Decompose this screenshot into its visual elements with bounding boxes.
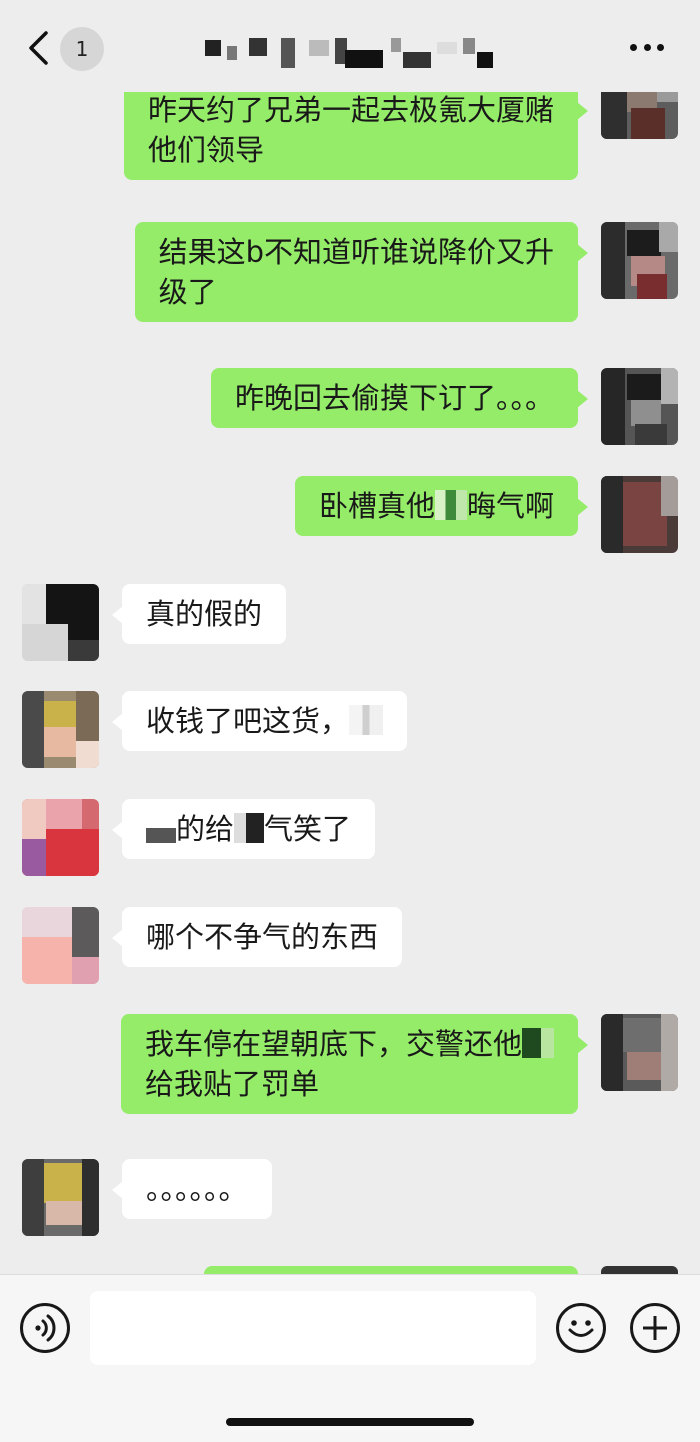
- message-bubble[interactable]: 结果这b不知道听谁说降价又升 级了: [134, 222, 589, 322]
- avatar[interactable]: [601, 476, 678, 553]
- more-dots-icon[interactable]: [630, 44, 664, 54]
- voice-icon[interactable]: [20, 1303, 70, 1353]
- censored-mosaic: [234, 813, 265, 843]
- message-bubble[interactable]: [204, 1266, 578, 1274]
- censored-mosaic: [349, 705, 384, 735]
- censored-mosaic: [434, 490, 467, 520]
- message-row: 的给 气笑了: [0, 799, 700, 879]
- message-bubble[interactable]: 哪个不争气的东西: [111, 907, 403, 967]
- message-row: 我车停在望朝底下，交警还他 给我贴了罚单: [0, 1014, 700, 1128]
- message-text: 哪个不争气的东西: [146, 920, 379, 954]
- message-text: 的给: [176, 812, 235, 846]
- message-bubble[interactable]: 的给 气笑了: [111, 799, 376, 859]
- message-text: 收钱了吧这货，: [146, 704, 350, 738]
- message-bubble[interactable]: 我车停在望朝底下，交警还他 给我贴了罚单: [120, 1014, 589, 1114]
- message-text: 他们领导: [147, 133, 264, 167]
- message-row: 昨天约了兄弟一起去极氪大厦赌 他们领导: [0, 92, 700, 192]
- message-bubble[interactable]: 昨晚回去偷摸下订了。。。: [210, 368, 589, 428]
- plus-icon[interactable]: [630, 1303, 680, 1353]
- emoji-smile-icon[interactable]: [556, 1303, 606, 1353]
- message-input[interactable]: [90, 1291, 536, 1365]
- message-list[interactable]: 昨天约了兄弟一起去极氪大厦赌 他们领导 结果这b不知道听谁说降价又升 级了 昨晚…: [0, 92, 700, 1274]
- message-text: 我车停在望朝底下，交警还他: [144, 1027, 522, 1061]
- avatar[interactable]: [22, 1159, 99, 1236]
- message-text: 晦气啊: [466, 489, 554, 523]
- input-bar: [0, 1274, 700, 1442]
- message-text: 卧槽真他: [318, 489, 435, 523]
- avatar[interactable]: [22, 691, 99, 768]
- message-bubble[interactable]: 。。。。。。: [112, 1159, 272, 1219]
- message-text: 真的假的: [146, 597, 263, 631]
- avatar[interactable]: [601, 1014, 678, 1091]
- censored-mosaic: [146, 813, 176, 843]
- message-row: 真的假的: [0, 584, 700, 664]
- message-text: 给我贴了罚单: [144, 1067, 319, 1101]
- chat-header: 1: [0, 0, 700, 92]
- message-text: 结果这b不知道听谁说降价又升: [158, 235, 554, 269]
- message-row: [0, 1266, 700, 1274]
- message-row: 收钱了吧这货，: [0, 691, 700, 771]
- message-text: 气笑了: [264, 812, 352, 846]
- chevron-left-icon[interactable]: [26, 30, 52, 66]
- message-row: 哪个不争气的东西: [0, 907, 700, 987]
- chat-title-pixelated: [205, 36, 495, 70]
- message-bubble[interactable]: 昨天约了兄弟一起去极氪大厦赌 他们领导: [123, 92, 589, 180]
- avatar[interactable]: [22, 907, 99, 984]
- avatar[interactable]: [601, 1266, 678, 1274]
- message-text: 昨天约了兄弟一起去极氪大厦赌: [147, 93, 554, 127]
- message-text: 昨晚回去偷摸下订了。。。: [234, 381, 554, 415]
- avatar[interactable]: [22, 799, 99, 876]
- message-text: 级了: [158, 275, 217, 309]
- message-row: 卧槽真他 晦气啊: [0, 476, 700, 556]
- avatar[interactable]: [601, 92, 678, 139]
- avatar[interactable]: [22, 584, 99, 661]
- avatar[interactable]: [601, 222, 678, 299]
- home-indicator[interactable]: [226, 1418, 474, 1426]
- message-bubble[interactable]: 真的假的: [111, 584, 287, 644]
- message-bubble[interactable]: 收钱了吧这货，: [111, 691, 408, 751]
- unread-count-badge[interactable]: 1: [60, 27, 104, 71]
- avatar[interactable]: [601, 368, 678, 445]
- message-row: 结果这b不知道听谁说降价又升 级了: [0, 222, 700, 336]
- message-row: 昨晚回去偷摸下订了。。。: [0, 368, 700, 448]
- message-bubble[interactable]: 卧槽真他 晦气啊: [294, 476, 589, 536]
- message-row: 。。。。。。: [0, 1159, 700, 1239]
- message-text: 。。。。。。: [146, 1172, 248, 1206]
- censored-mosaic: [522, 1028, 554, 1058]
